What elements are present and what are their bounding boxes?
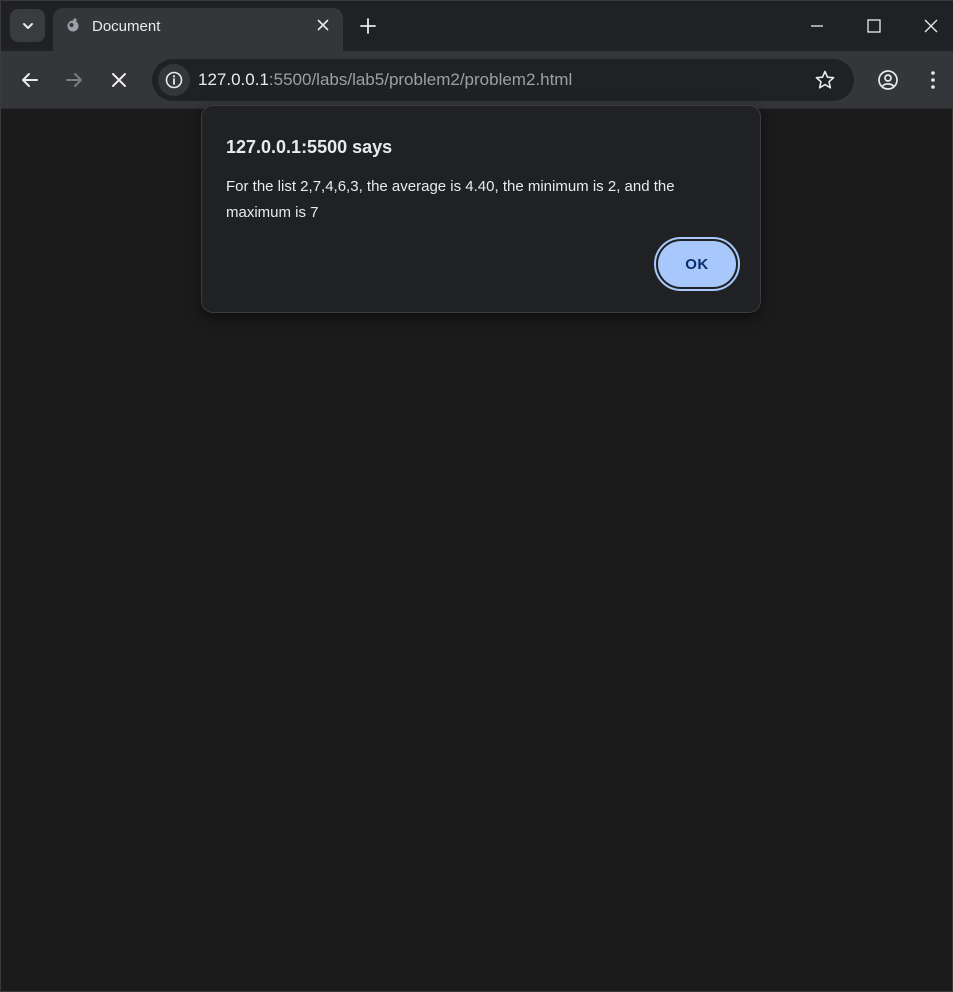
url-text: 127.0.0.1:5500/labs/lab5/problem2/proble… — [198, 70, 572, 90]
forward-icon[interactable] — [63, 69, 85, 91]
tab-search-button[interactable] — [10, 9, 45, 42]
dialog-message: For the list 2,7,4,6,3, the average is 4… — [226, 178, 675, 221]
alert-dialog: 127.0.0.1:5500 says For the list 2,7,4,6… — [201, 105, 761, 313]
star-icon[interactable] — [814, 69, 836, 91]
stop-icon[interactable] — [108, 69, 130, 91]
menu-icon[interactable] — [922, 69, 944, 91]
globe-icon — [67, 18, 79, 32]
tab-strip: Document — [1, 1, 953, 51]
url-path: :5500/labs/lab5/problem2/problem2.html — [268, 70, 573, 89]
toolbar: 127.0.0.1:5500/labs/lab5/problem2/proble… — [1, 51, 953, 109]
maximize-icon[interactable] — [864, 16, 884, 36]
ok-button[interactable]: OK — [654, 237, 740, 291]
back-icon[interactable] — [19, 69, 41, 91]
ok-button-label: OK — [658, 241, 736, 287]
chevron-down-icon — [22, 22, 33, 29]
dialog-title: 127.0.0.1:5500 says — [226, 137, 393, 157]
close-icon[interactable] — [315, 17, 331, 33]
browser-window: Document 127.0.0.1:5500/labs/lab5/proble… — [0, 0, 953, 992]
tab-document[interactable]: Document — [53, 8, 343, 51]
site-info-button[interactable] — [158, 64, 190, 96]
minimize-icon[interactable] — [807, 16, 827, 36]
url-host: 127.0.0.1 — [198, 70, 269, 89]
profile-icon[interactable] — [877, 69, 899, 91]
address-bar[interactable]: 127.0.0.1:5500/labs/lab5/problem2/proble… — [152, 59, 854, 101]
plus-icon[interactable] — [358, 16, 378, 36]
info-icon — [165, 71, 183, 89]
tab-title: Document — [92, 18, 161, 35]
close-window-icon[interactable] — [921, 16, 941, 36]
